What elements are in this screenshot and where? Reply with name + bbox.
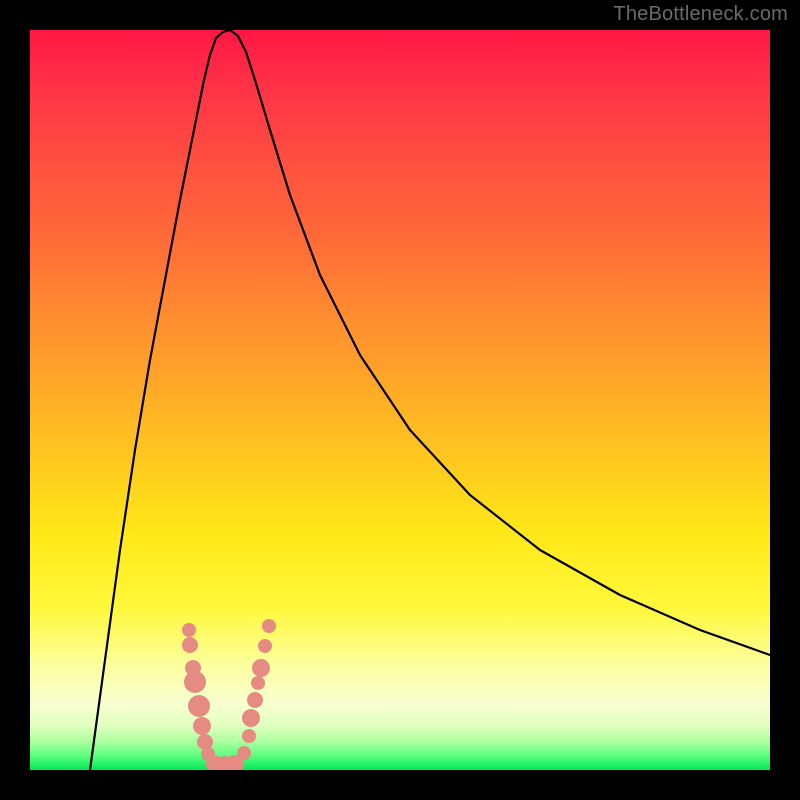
data-marker	[184, 671, 206, 693]
data-marker	[182, 623, 196, 637]
marker-group	[182, 619, 276, 770]
outer-frame: TheBottleneck.com	[0, 0, 800, 800]
data-marker	[188, 695, 210, 717]
watermark-text: TheBottleneck.com	[613, 3, 788, 26]
data-marker	[242, 709, 260, 727]
data-marker	[247, 692, 263, 708]
curve-layer	[30, 30, 770, 770]
plot-area	[30, 30, 770, 770]
data-marker	[258, 639, 272, 653]
bottleneck-curve	[90, 30, 770, 770]
data-marker	[252, 659, 270, 677]
data-marker	[193, 717, 211, 735]
data-marker	[251, 676, 265, 690]
data-marker	[237, 746, 251, 760]
data-marker	[182, 637, 198, 653]
data-marker	[242, 729, 256, 743]
data-marker	[262, 619, 276, 633]
